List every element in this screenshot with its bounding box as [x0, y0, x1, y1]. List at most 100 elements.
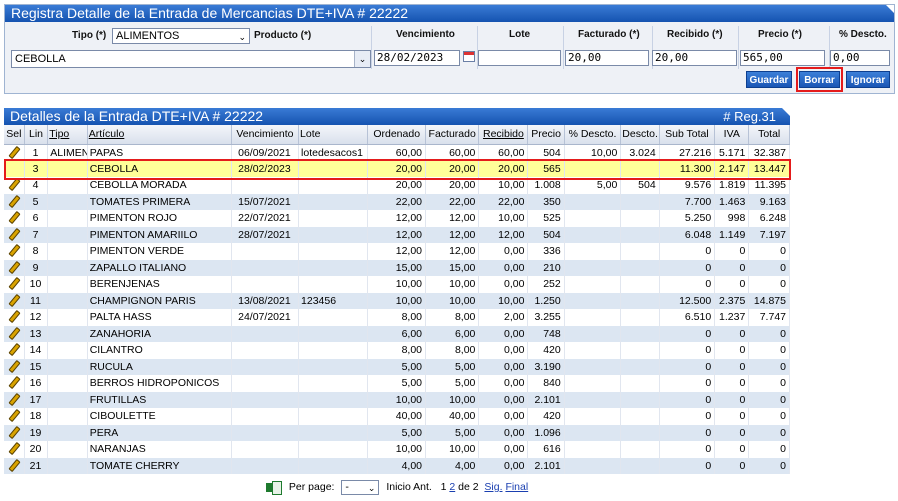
pencil-edit-icon[interactable] [9, 147, 18, 156]
excel-export-icon[interactable] [266, 481, 282, 496]
sig-link[interactable]: Sig. [484, 481, 502, 493]
table-row[interactable]: 11 CHAMPIGNON PARIS 13/08/2021 123456 10,00 1… [4, 292, 790, 309]
col-lin[interactable]: Lin [24, 125, 49, 145]
borrar-button[interactable]: Borrar [799, 71, 840, 88]
col-total[interactable]: Total [748, 125, 790, 145]
pencil-edit-icon[interactable] [9, 229, 18, 238]
col-pdescto[interactable]: % Descto. [564, 125, 622, 145]
tipo-select[interactable]: ALIMENTOS ⌄ [112, 28, 250, 44]
table-row[interactable]: 17 FRUTILLAS 10,00 10,00 0,00 2.101 0 0 0 [4, 391, 790, 408]
select-cell[interactable] [4, 375, 25, 392]
select-cell[interactable] [4, 243, 25, 260]
pencil-edit-icon[interactable] [9, 377, 18, 386]
select-cell[interactable] [4, 457, 25, 474]
table-row[interactable]: 12 PALTA HASS 24/07/2021 8,00 8,00 2,00 3.255 6… [4, 309, 790, 326]
recibido-input[interactable]: 20,00 [652, 50, 737, 66]
pencil-edit-icon[interactable] [9, 344, 18, 353]
per-page-select[interactable]: - ⌄ [341, 479, 380, 495]
pencil-edit-icon[interactable] [9, 427, 18, 436]
table-row[interactable]: 8 PIMENTON VERDE 12,00 12,00 0,00 336 0 0 0 [4, 243, 790, 260]
facturado-input[interactable]: 20,00 [565, 50, 649, 66]
pencil-edit-icon[interactable] [9, 278, 18, 287]
pencil-edit-icon[interactable] [9, 443, 18, 452]
ignorar-button[interactable]: Ignorar [846, 71, 890, 88]
table-row[interactable]: 1ALIMENTOSPAPAS06/09/2021lotedesacos160,… [4, 144, 790, 161]
col-descto[interactable]: Descto. [620, 125, 660, 145]
select-cell[interactable] [4, 441, 25, 458]
col-subtotal[interactable]: Sub Total [659, 125, 716, 145]
col-facturado[interactable]: Facturado [425, 125, 480, 145]
pencil-edit-icon[interactable] [9, 245, 18, 254]
vencimiento-input[interactable]: 28/02/2023 [374, 50, 460, 66]
page-2-link[interactable]: 2 [449, 481, 455, 493]
table-row[interactable]: 13 ZANAHORIA 6,00 6,00 0,00 748 0 0 0 [4, 325, 790, 342]
table-row[interactable]: 7 PIMENTON AMARIILO 28/07/2021 12,00 12,00 12… [4, 226, 790, 243]
select-cell[interactable] [4, 177, 25, 194]
select-cell[interactable] [4, 391, 25, 408]
col-precio[interactable]: Precio [527, 125, 565, 145]
select-cell[interactable] [4, 193, 25, 210]
calendar-icon[interactable] [463, 51, 475, 62]
table-row[interactable]: 10 BERENJENAS 10,00 10,00 0,00 252 0 0 0 [4, 276, 790, 293]
pencil-edit-icon[interactable] [9, 179, 18, 188]
precio-input[interactable]: 565,00 [740, 50, 825, 66]
table-row[interactable]: 14 CILANTRO 8,00 8,00 0,00 420 0 0 0 [4, 342, 790, 359]
select-cell[interactable] [4, 342, 25, 359]
col-articulo[interactable]: Artículo [87, 125, 232, 145]
table-row[interactable]: 4 CEBOLLA MORADA 20,00 20,00 10,00 1.008 5,00 5… [4, 177, 790, 194]
table-row[interactable]: 18 CIBOULETTE 40,00 40,00 0,00 420 0 0 0 [4, 408, 790, 425]
pencil-edit-icon[interactable] [9, 410, 18, 419]
cell-ordenado: 20,00 [367, 160, 427, 177]
select-cell[interactable] [4, 144, 25, 161]
table-row[interactable]: 21 TOMATE CHERRY 4,00 4,00 0,00 2.101 0 0 0 [4, 457, 790, 474]
pencil-edit-icon[interactable] [9, 460, 18, 469]
col-lote[interactable]: Lote [298, 125, 369, 145]
col-recibido[interactable]: Recibido [478, 125, 529, 145]
col-vencimiento[interactable]: Vencimiento [231, 125, 300, 145]
select-cell[interactable] [4, 424, 25, 441]
table-row-selected[interactable]: 3 CEBOLLA 28/02/2023 20,00 20,00 20,00 565 11.3… [4, 160, 790, 177]
select-cell[interactable] [4, 325, 25, 342]
producto-select[interactable]: CEBOLLA ⌄ [11, 50, 371, 68]
table-row[interactable]: 5 TOMATES PRIMERA 15/07/2021 22,00 22,00 22,0… [4, 193, 790, 210]
cell-descto [620, 243, 660, 260]
pencil-edit-icon[interactable] [9, 262, 18, 271]
cell-precio: 2.101 [527, 391, 565, 408]
pencil-edit-icon[interactable] [9, 394, 18, 403]
col-tipo[interactable]: Tipo [47, 125, 88, 145]
guardar-button[interactable]: Guardar [746, 71, 792, 88]
table-row[interactable]: 19 PERA 5,00 5,00 0,00 1.096 0 0 0 [4, 424, 790, 441]
lote-input[interactable] [478, 50, 561, 66]
select-cell[interactable] [4, 160, 25, 177]
pencil-edit-icon[interactable] [9, 295, 18, 304]
select-cell[interactable] [4, 210, 25, 227]
cell-lin: 16 [24, 375, 49, 392]
cell-tipo: ALIMENTOS [47, 144, 88, 161]
select-cell[interactable] [4, 276, 25, 293]
descto-input[interactable]: 0,00 [830, 50, 890, 66]
table-row[interactable]: 9 ZAPALLO ITALIANO 15,00 15,00 0,00 210 0 0 0 [4, 259, 790, 276]
table-row[interactable]: 16 BERROS HIDROPONICOS 5,00 5,00 0,00 840 0 0 0 [4, 375, 790, 392]
select-cell[interactable] [4, 309, 25, 326]
pencil-edit-icon[interactable] [9, 212, 18, 221]
select-cell[interactable] [4, 259, 25, 276]
table-row[interactable]: 20 NARANJAS 10,00 10,00 0,00 616 0 0 0 [4, 441, 790, 458]
select-cell[interactable] [4, 408, 25, 425]
col-ordenado[interactable]: Ordenado [367, 125, 427, 145]
select-cell[interactable] [4, 226, 25, 243]
pencil-edit-icon[interactable] [9, 196, 18, 205]
pencil-edit-icon[interactable] [9, 311, 18, 320]
cell-lin: 10 [24, 276, 49, 293]
select-cell[interactable] [4, 292, 25, 309]
pencil-edit-icon[interactable] [9, 361, 18, 370]
chevron-down-icon[interactable]: ⌄ [354, 51, 370, 67]
final-link[interactable]: Final [505, 481, 528, 493]
cell-lote [298, 342, 369, 359]
col-iva[interactable]: IVA [714, 125, 750, 145]
cell-lin: 8 [24, 243, 49, 260]
cell-venc [231, 342, 300, 359]
table-row[interactable]: 6 PIMENTON ROJO 22/07/2021 12,00 12,00 10,00 5… [4, 210, 790, 227]
select-cell[interactable] [4, 358, 25, 375]
pencil-edit-icon[interactable] [9, 328, 18, 337]
table-row[interactable]: 15 RUCULA 5,00 5,00 0,00 3.190 0 0 0 [4, 358, 790, 375]
